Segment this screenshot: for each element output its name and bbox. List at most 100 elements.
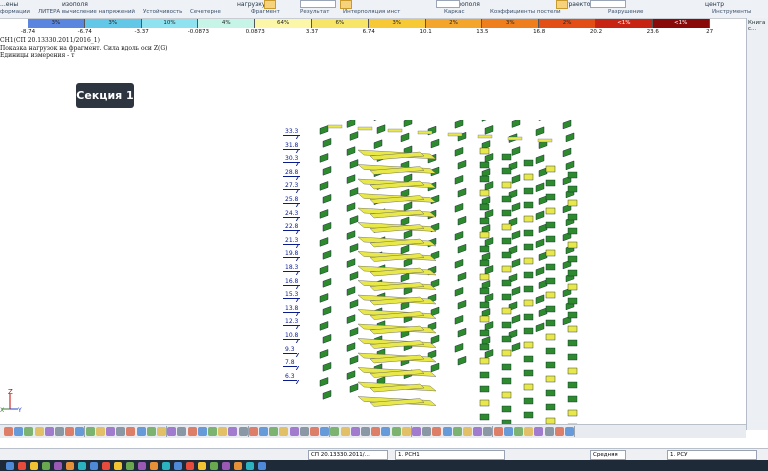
vectors-button[interactable] (340, 0, 352, 9)
taskbar-app-icon[interactable] (174, 462, 182, 470)
toolbar-icon[interactable] (14, 427, 24, 436)
ribbon-command[interactable]: ...ены (0, 1, 18, 8)
taskbar-app-icon[interactable] (246, 462, 254, 470)
taskbar-app-icon[interactable] (114, 462, 122, 470)
wall-plate (430, 306, 440, 317)
toolbar-icon[interactable] (228, 427, 238, 436)
toolbar-icon[interactable] (381, 427, 391, 436)
taskbar-app-icon[interactable] (210, 462, 218, 470)
toolbar-icon[interactable] (554, 427, 564, 436)
taskbar-app-icon[interactable] (90, 462, 98, 470)
toolbar-icon[interactable] (208, 427, 217, 436)
wall-plate (523, 215, 534, 223)
toolbar-icon[interactable] (310, 427, 319, 436)
toolbar-icon[interactable] (136, 427, 146, 436)
toolbar-icon[interactable] (412, 427, 421, 436)
toolbar-icon[interactable] (167, 427, 177, 436)
toolbar-icon[interactable] (361, 427, 370, 436)
toolbar-icon[interactable] (259, 427, 268, 436)
toolbar-icon[interactable] (95, 427, 105, 436)
toolbar-icon[interactable] (289, 427, 299, 436)
toolbar-icon[interactable] (340, 427, 350, 436)
taskbar-app-icon[interactable] (258, 462, 266, 470)
toolbar-icon[interactable] (483, 427, 493, 436)
toolbar-icon[interactable] (534, 427, 544, 436)
toolbar-icon[interactable] (320, 427, 330, 436)
toolbar-icon[interactable] (218, 427, 228, 436)
toolbar-icon[interactable] (279, 427, 289, 436)
wall-plate (349, 299, 359, 309)
toolbar-icon[interactable] (65, 427, 75, 436)
taskbar-app-icon[interactable] (6, 462, 14, 470)
taskbar-app-icon[interactable] (42, 462, 50, 470)
toolbar-icon[interactable] (463, 427, 472, 436)
toolbar-icon[interactable] (299, 427, 309, 436)
toolbar-icon[interactable] (565, 427, 574, 436)
ribbon-command[interactable]: центр (705, 1, 724, 8)
taskbar-app-icon[interactable] (54, 462, 62, 470)
taskbar-app-icon[interactable] (186, 462, 194, 470)
toolbar-icon[interactable] (238, 427, 248, 436)
trajectories-button[interactable] (556, 0, 568, 9)
section-label-button[interactable]: Секция 1 (76, 83, 134, 108)
mode-select[interactable] (436, 0, 460, 8)
toolbar-icon[interactable] (177, 427, 187, 436)
taskbar-app-icon[interactable] (150, 462, 158, 470)
taskbar-app-icon[interactable] (102, 462, 110, 470)
toolbar-icon[interactable] (452, 427, 462, 436)
toolbar-icon[interactable] (157, 427, 166, 436)
toolbar-icon[interactable] (106, 427, 115, 436)
taskbar-app-icon[interactable] (138, 462, 146, 470)
rsu-select[interactable]: 1. РСУ (667, 450, 757, 460)
toolbar-icon[interactable] (514, 427, 523, 436)
toolbar-icon[interactable] (248, 427, 258, 436)
toolbar-icon[interactable] (34, 427, 44, 436)
toolbar-icon[interactable] (371, 427, 381, 436)
toolbar-icon[interactable] (4, 427, 13, 436)
taskbar-app-icon[interactable] (234, 462, 242, 470)
taskbar-app-icon[interactable] (66, 462, 74, 470)
toolbar-icon[interactable] (524, 427, 534, 436)
toolbar-icon[interactable] (269, 427, 279, 436)
toolbar-icon[interactable] (44, 427, 54, 436)
taskbar-app-icon[interactable] (30, 462, 38, 470)
toolbar-icon[interactable] (24, 427, 34, 436)
toolbar-icon[interactable] (197, 427, 207, 436)
taskbar-app-icon[interactable] (78, 462, 86, 470)
taskbar-app-icon[interactable] (162, 462, 170, 470)
toolbar-icon[interactable] (391, 427, 401, 436)
toolbar-icon[interactable] (75, 427, 85, 436)
toolbar-icon[interactable] (503, 427, 513, 436)
toolbar-icon[interactable] (432, 427, 442, 436)
ribbon-command[interactable]: траекто (565, 1, 590, 8)
toolbar-icon[interactable] (442, 427, 452, 436)
book-panel[interactable]: Книга с... (746, 18, 768, 430)
taskbar-app-icon[interactable] (126, 462, 134, 470)
building-model-view[interactable] (310, 120, 600, 430)
mode-field[interactable]: Средняя (590, 450, 626, 460)
taskbar-app-icon[interactable] (18, 462, 26, 470)
vectors-select[interactable] (300, 0, 336, 8)
toolbar-icon[interactable] (544, 427, 554, 436)
toolbar-icon[interactable] (473, 427, 483, 436)
toolbar-icon[interactable] (126, 427, 136, 436)
toolbar-icon[interactable] (85, 427, 95, 436)
wall-plate (545, 193, 556, 201)
rods-select[interactable] (590, 0, 626, 8)
taskbar-app-icon[interactable] (198, 462, 206, 470)
toolbar-icon[interactable] (422, 427, 432, 436)
toolbar-icon[interactable] (116, 427, 126, 436)
toolbar-icon[interactable] (55, 427, 64, 436)
ribbon-command[interactable]: нагрузку (237, 1, 265, 8)
toolbar-icon[interactable] (350, 427, 360, 436)
fragment-button[interactable] (264, 0, 276, 9)
doc-field[interactable]: СП 20.13330.2011/... (308, 450, 388, 460)
toolbar-icon[interactable] (493, 427, 503, 436)
taskbar-app-icon[interactable] (222, 462, 230, 470)
toolbar-icon[interactable] (187, 427, 197, 436)
ribbon-command[interactable]: изополя (62, 1, 88, 8)
toolbar-icon[interactable] (146, 427, 156, 436)
load-case-select[interactable]: 1. РСН1 (395, 450, 505, 460)
toolbar-icon[interactable] (330, 427, 340, 436)
toolbar-icon[interactable] (401, 427, 411, 436)
